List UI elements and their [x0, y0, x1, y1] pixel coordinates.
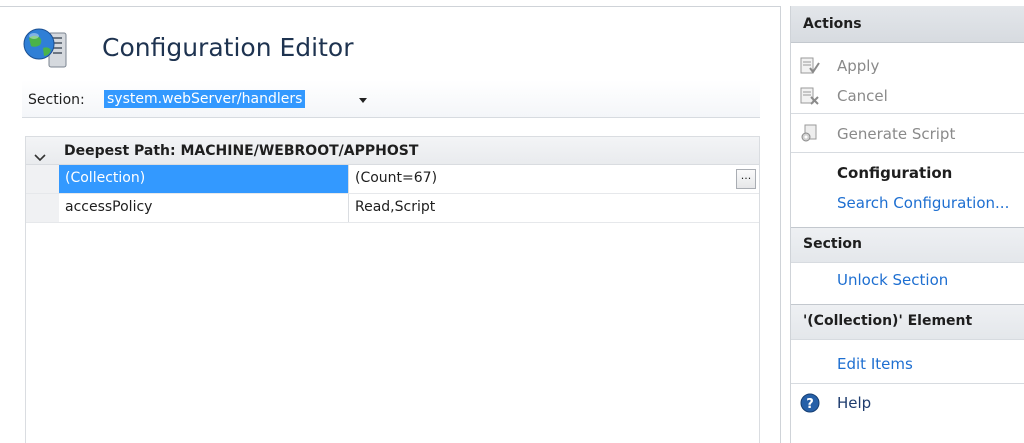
configuration-heading: Configuration [791, 160, 1024, 186]
cancel-icon [799, 86, 821, 106]
edit-items-action[interactable]: Edit Items [791, 351, 1024, 377]
collapse-arrow-icon[interactable] [34, 147, 46, 162]
cancel-label: Cancel [837, 87, 888, 105]
property-grid: Deepest Path: MACHINE/WEBROOT/APPHOST (C… [25, 136, 760, 443]
row-gutter [26, 165, 59, 193]
page-title: Configuration Editor [102, 33, 354, 62]
divider [791, 152, 1024, 153]
divider [791, 113, 1024, 114]
globe-server-icon [22, 27, 78, 71]
generate-script-action[interactable]: Generate Script [791, 121, 1024, 147]
actions-header: Actions [791, 6, 1024, 43]
unlock-section-link[interactable]: Unlock Section [837, 271, 948, 289]
title-row: Configuration Editor [22, 27, 762, 71]
element-group-title: '(Collection)' Element [791, 304, 1024, 340]
generate-script-label: Generate Script [837, 125, 956, 143]
search-configuration-action[interactable]: Search Configuration... [791, 190, 1024, 216]
table-row[interactable]: accessPolicy Read,Script [26, 194, 759, 223]
apply-label: Apply [837, 57, 880, 75]
apply-action[interactable]: Apply [791, 53, 1024, 79]
search-configuration-link[interactable]: Search Configuration... [837, 194, 1009, 212]
help-icon: ? [799, 393, 821, 413]
script-icon [799, 124, 821, 144]
property-name[interactable]: (Collection) [59, 165, 349, 193]
help-label[interactable]: Help [837, 394, 871, 412]
ellipsis-button[interactable]: ... [736, 169, 756, 189]
apply-icon [799, 56, 821, 76]
row-gutter [26, 194, 59, 222]
grid-group-header[interactable]: Deepest Path: MACHINE/WEBROOT/APPHOST [26, 137, 759, 165]
divider [791, 383, 1024, 384]
table-row[interactable]: (Collection) (Count=67) ... [26, 165, 759, 194]
property-value-text: (Count=67) [355, 170, 438, 186]
svg-text:?: ? [806, 397, 814, 412]
help-action[interactable]: ? Help [791, 390, 1024, 416]
cancel-action[interactable]: Cancel [791, 83, 1024, 109]
property-value[interactable]: Read,Script [349, 194, 759, 222]
property-value[interactable]: (Count=67) ... [349, 165, 759, 193]
section-selector-row: Section: system.webServer/handlers [22, 80, 760, 118]
configuration-label: Configuration [837, 164, 953, 182]
edit-items-link[interactable]: Edit Items [837, 355, 913, 373]
section-value[interactable]: system.webServer/handlers [104, 90, 306, 108]
configuration-editor-pane: Configuration Editor Section: system.web… [0, 6, 781, 443]
unlock-section-action[interactable]: Unlock Section [791, 267, 1024, 293]
grid-group-title: Deepest Path: MACHINE/WEBROOT/APPHOST [64, 143, 419, 159]
section-label: Section: [28, 92, 85, 108]
section-dropdown[interactable]: system.webServer/handlers [100, 87, 390, 113]
property-name[interactable]: accessPolicy [59, 194, 349, 222]
chevron-down-icon[interactable] [352, 90, 374, 110]
section-group-title: Section [791, 227, 1024, 263]
actions-pane: Actions Apply Cancel Generate Script Con… [790, 6, 1024, 443]
